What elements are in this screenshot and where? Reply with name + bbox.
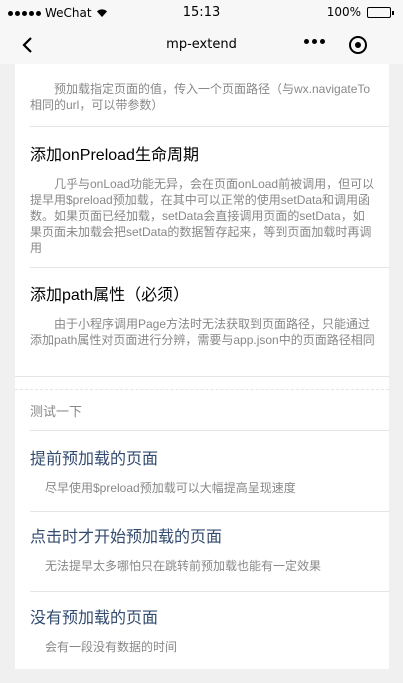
divider [30, 511, 389, 512]
link-description: 尽早使用$preload预加载可以大幅提高呈现速度 [45, 481, 296, 495]
content-card: 预加载指定页面的值，传入一个页面路径（与wx.navigateTo相同的url，… [15, 64, 389, 669]
link-no-preload[interactable]: 没有预加载的页面 会有一段没有数据的时间 [30, 609, 389, 655]
section-title: 添加path属性（必须） [30, 287, 190, 304]
link-title[interactable]: 点击时才开始预加载的页面 [30, 528, 389, 548]
link-description: 会有一段没有数据的时间 [45, 640, 178, 654]
preload-description: 预加载指定页面的值，传入一个页面路径（与wx.navigateTo相同的url，… [30, 82, 371, 112]
status-bar: WeChat 15:13 100% [0, 0, 403, 26]
more-icon[interactable] [304, 39, 325, 44]
navigation-bar: mp-extend [0, 26, 403, 64]
divider [30, 430, 389, 431]
test-heading: 测试一下 [30, 404, 83, 419]
link-description: 无法提早太多哪怕只在跳转前预加载也能有一定效果 [45, 559, 322, 573]
divider [30, 126, 389, 127]
link-click-preload[interactable]: 点击时才开始预加载的页面 无法提早太多哪怕只在跳转前预加载也能有一定效果 [30, 528, 389, 574]
battery-percent: 100% [326, 5, 361, 19]
close-capsule-icon[interactable] [349, 36, 367, 54]
link-title[interactable]: 提前预加载的页面 [30, 450, 389, 470]
divider [30, 267, 389, 268]
page-title: mp-extend [166, 37, 237, 52]
section-title: 添加onPreload生命周期 [30, 147, 199, 164]
battery-group: 100% [326, 5, 394, 19]
section-description: 由于小程序调用Page方法时无法获取到页面路径，只能通过添加path属性对页面进… [30, 317, 375, 347]
section-path: 添加path属性（必须） 由于小程序调用Page方法时无法获取到页面路径，只能通… [30, 286, 389, 348]
phone-screen: WeChat 15:13 100% mp-extend 预加载指定页面的值，传入… [0, 0, 403, 683]
link-early-preload[interactable]: 提前预加载的页面 尽早使用$preload预加载可以大幅提高呈现速度 [30, 450, 389, 496]
divider [30, 591, 389, 592]
section-description: 几乎与onLoad功能无异，会在页面onLoad前被调用，但可以提早用$prel… [30, 177, 375, 255]
link-title[interactable]: 没有预加载的页面 [30, 609, 389, 629]
battery-icon [367, 6, 394, 18]
section-onpreload: 添加onPreload生命周期 几乎与onLoad功能无异，会在页面onLoad… [30, 146, 389, 256]
section-gap [15, 376, 389, 390]
